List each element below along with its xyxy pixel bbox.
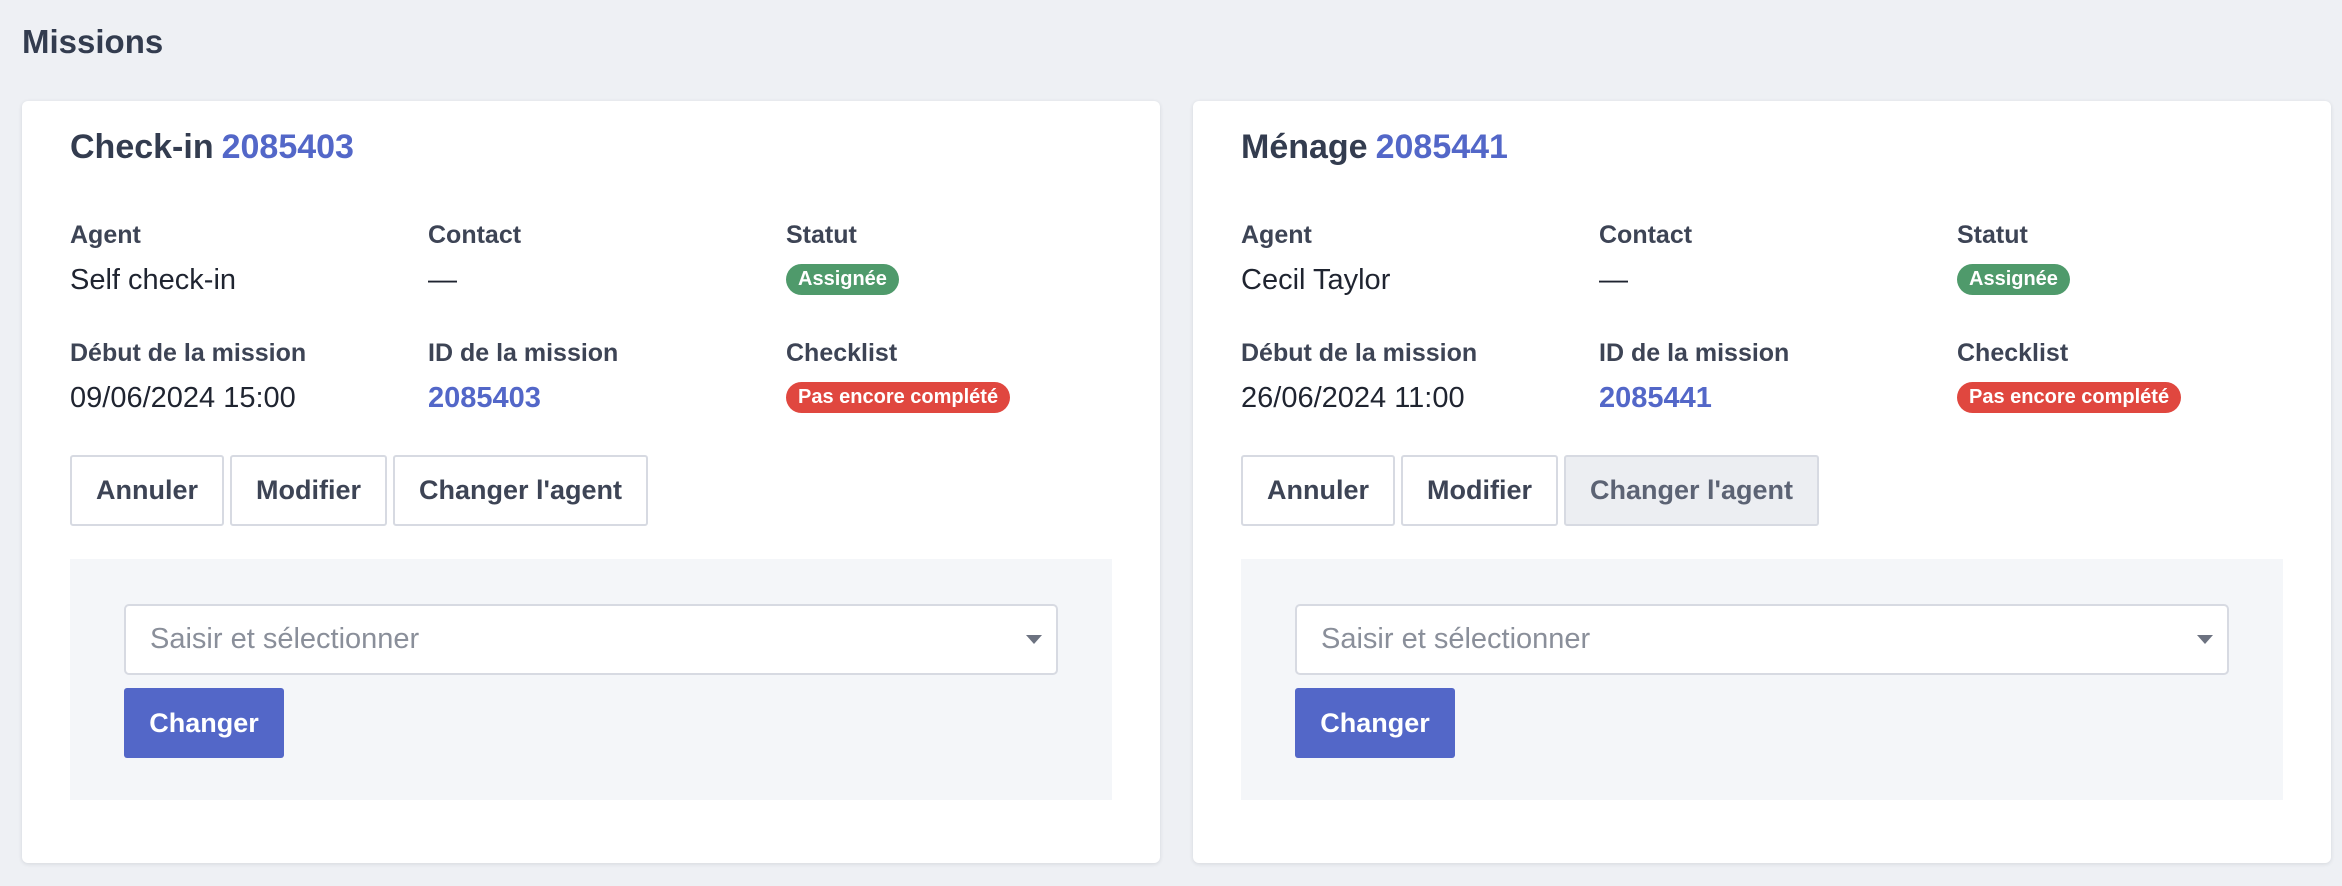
contact-label: Contact — [1599, 221, 1693, 249]
caret-down-icon[interactable] — [2197, 635, 2213, 644]
card-title: Check-in 2085403 — [70, 128, 354, 167]
card-title: Ménage 2085441 — [1241, 128, 1508, 167]
page-title: Missions — [22, 23, 164, 60]
edit-button[interactable]: Modifier — [230, 455, 388, 526]
change-submit-button[interactable]: Changer — [1295, 688, 1455, 758]
mission-card-checkin: Check-in 2085403 Agent Self check-in Cont… — [22, 101, 1160, 863]
start-field: Début de la mission 26/06/2024 11:00 — [1241, 336, 1571, 418]
start-value: 26/06/2024 11:00 — [1241, 382, 1465, 414]
start-label: Début de la mission — [1241, 339, 1478, 367]
checklist-badge: Pas encore complété — [1957, 382, 2182, 413]
mission-card-menage: Ménage 2085441 Agent Cecil Taylor Contact… — [1193, 101, 2331, 863]
checklist-label: Checklist — [1957, 339, 2069, 367]
status-label: Statut — [786, 221, 857, 249]
change-agent-button[interactable]: Changer l'agent — [393, 455, 648, 526]
agent-value: Cecil Taylor — [1241, 264, 1391, 296]
checklist-field: Checklist Pas encore complété — [786, 336, 1116, 413]
change-submit-button[interactable]: Changer — [124, 688, 284, 758]
cancel-button[interactable]: Annuler — [1241, 455, 1396, 526]
mission-type: Ménage — [1241, 128, 1368, 166]
mission-id-label: ID de la mission — [428, 339, 619, 367]
mission-id-field: ID de la mission 2085403 — [428, 336, 758, 418]
agent-label: Agent — [70, 221, 141, 249]
status-field: Statut Assignée — [1957, 218, 2287, 295]
contact-value: — — [1599, 264, 1628, 296]
agent-select[interactable] — [124, 604, 1058, 675]
mission-type: Check-in — [70, 128, 214, 166]
agent-field: Agent Cecil Taylor — [1241, 218, 1571, 300]
mission-id-label: ID de la mission — [1599, 339, 1790, 367]
contact-label: Contact — [428, 221, 522, 249]
mission-title-id-link[interactable]: 2085441 — [1376, 128, 1508, 166]
start-field: Début de la mission 09/06/2024 15:00 — [70, 336, 400, 418]
caret-down-icon[interactable] — [1026, 635, 1042, 644]
checklist-badge: Pas encore complété — [786, 382, 1011, 413]
agent-label: Agent — [1241, 221, 1312, 249]
mission-title-id-link[interactable]: 2085403 — [222, 128, 354, 166]
agent-value: Self check-in — [70, 264, 237, 296]
start-value: 09/06/2024 15:00 — [70, 382, 296, 414]
contact-value: — — [428, 264, 457, 296]
agent-search-input[interactable] — [1321, 606, 2161, 673]
change-agent-panel: Changer — [70, 559, 1112, 800]
contact-field: Contact — — [1599, 218, 1929, 300]
action-buttons: Annuler Modifier Changer l'agent — [70, 455, 648, 526]
mission-id-link[interactable]: 2085403 — [428, 378, 758, 418]
status-badge: Assignée — [786, 264, 899, 295]
agent-select[interactable] — [1295, 604, 2229, 675]
checklist-field: Checklist Pas encore complété — [1957, 336, 2287, 413]
status-badge: Assignée — [1957, 264, 2070, 295]
change-agent-button[interactable]: Changer l'agent — [1564, 455, 1819, 526]
edit-button[interactable]: Modifier — [1401, 455, 1559, 526]
agent-search-input[interactable] — [150, 606, 990, 673]
contact-field: Contact — — [428, 218, 758, 300]
agent-field: Agent Self check-in — [70, 218, 400, 300]
mission-id-field: ID de la mission 2085441 — [1599, 336, 1929, 418]
change-agent-panel: Changer — [1241, 559, 2283, 800]
action-buttons: Annuler Modifier Changer l'agent — [1241, 455, 1819, 526]
cancel-button[interactable]: Annuler — [70, 455, 225, 526]
checklist-label: Checklist — [786, 339, 898, 367]
status-field: Statut Assignée — [786, 218, 1116, 295]
mission-id-link[interactable]: 2085441 — [1599, 378, 1929, 418]
status-label: Statut — [1957, 221, 2028, 249]
start-label: Début de la mission — [70, 339, 307, 367]
